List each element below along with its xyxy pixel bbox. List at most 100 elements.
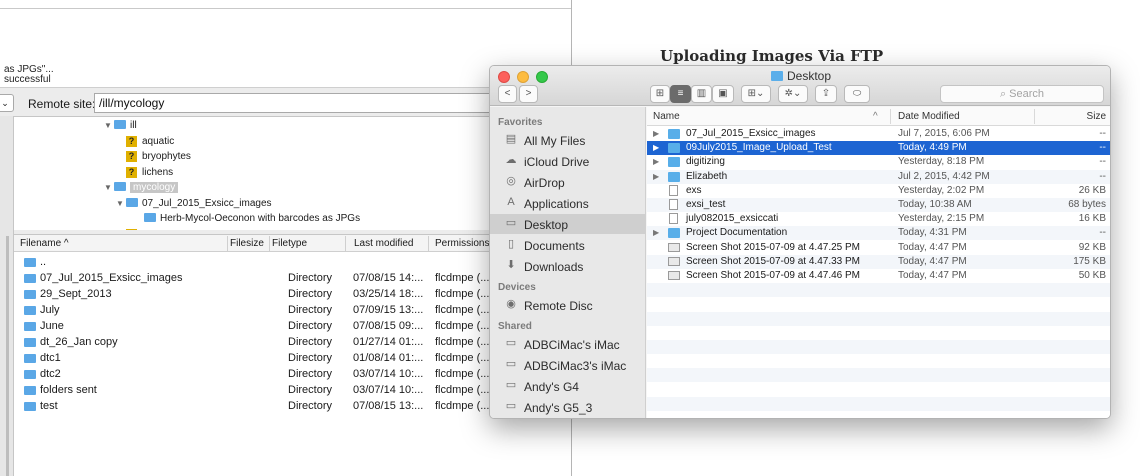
disclosure-triangle-icon[interactable]: ▼ xyxy=(116,199,126,208)
divider xyxy=(345,236,346,251)
column-filetype[interactable]: Filetype xyxy=(272,238,307,249)
tag-button[interactable]: ⬭ xyxy=(844,85,870,103)
tree-node[interactable]: ▼ ill xyxy=(104,120,137,135)
disclosure-triangle-icon[interactable]: ▶ xyxy=(653,228,659,237)
file-date: Today, 4:47 PM xyxy=(898,270,967,281)
sidebar-section-header: Favorites xyxy=(498,117,543,128)
tree-node[interactable]: ? bryophytes xyxy=(116,151,191,166)
list-item[interactable]: july082015_exsiccati Yesterday, 2:15 PM 16… xyxy=(647,212,1110,226)
sidebar-item-documents[interactable]: ▯ Documents xyxy=(490,235,645,255)
file-permissions: flcdmpe (... xyxy=(435,352,490,364)
sidebar-item-remote-disc[interactable]: ◉ Remote Disc xyxy=(490,295,645,315)
tree-node-label: lichens xyxy=(142,166,174,178)
local-site-dropdown[interactable]: ⌄ xyxy=(0,94,14,112)
file-modified: 03/07/14 10:... xyxy=(353,368,424,380)
column-filesize[interactable]: Filesize xyxy=(230,238,264,249)
disclosure-triangle-icon[interactable]: ▶ xyxy=(653,129,659,138)
file-name: exs xyxy=(686,184,702,196)
column-size[interactable]: Size xyxy=(1087,111,1106,122)
sidebar-item-icloud-drive[interactable]: ☁ iCloud Drive xyxy=(490,151,645,171)
sidebar-item-downloads[interactable]: ⬇ Downloads xyxy=(490,256,645,276)
sidebar-item-all-my-files[interactable]: ▤ All My Files xyxy=(490,130,645,150)
finder-titlebar: Desktop < > ⊞ ≡ ▥ ▣ ⊞⌄ ✲⌄ ⇪ ⬭ ⌕ Search xyxy=(490,66,1110,106)
empty-row xyxy=(647,297,1110,311)
sidebar-item-andy-s-g5-3[interactable]: ▭ Andy's G5_3 xyxy=(490,397,645,417)
list-view-button[interactable]: ≡ xyxy=(670,85,691,103)
sidebar-item-applications[interactable]: A Applications xyxy=(490,193,645,213)
gear-icon: ✲⌄ xyxy=(784,88,802,99)
disclosure-triangle-icon[interactable]: ▶ xyxy=(653,172,659,181)
disclosure-triangle-icon[interactable]: ▶ xyxy=(653,157,659,166)
finder-window: Desktop < > ⊞ ≡ ▥ ▣ ⊞⌄ ✲⌄ ⇪ ⬭ ⌕ Search F… xyxy=(489,65,1111,419)
list-item[interactable]: ▶ 07_Jul_2015_Exsicc_images Jul 7, 2015, 6… xyxy=(647,127,1110,141)
sidebar-item-label: AirDrop xyxy=(524,176,565,190)
column-last-modified[interactable]: Last modified xyxy=(354,238,413,249)
file-type: Directory xyxy=(288,368,333,380)
tree-node[interactable]: ▼ 07_Jul_2015_Exsicc_images xyxy=(116,197,272,213)
message-log: as JPGs"... successful xyxy=(0,0,571,88)
list-item[interactable]: Screen Shot 2015-07-09 at 4.47.25 PM Toda… xyxy=(647,241,1110,255)
arrange-button[interactable]: ⊞⌄ xyxy=(741,85,771,103)
back-button[interactable]: < xyxy=(498,85,517,103)
file-size: 26 KB xyxy=(1078,184,1106,196)
tag-icon: ⬭ xyxy=(852,88,862,99)
forward-button[interactable]: > xyxy=(519,85,538,103)
sidebar-item-label: Remote Disc xyxy=(524,299,593,313)
window-title: Desktop xyxy=(490,69,1110,83)
file-modified: 01/27/14 01:... xyxy=(353,336,424,348)
column-filename[interactable]: Filename ^ xyxy=(20,238,69,249)
finder-file-list[interactable]: Name ^ Date Modified Size ▶ 07_Jul_2015_E… xyxy=(647,107,1110,418)
sidebar-item-adbcimac-s-imac[interactable]: ▭ ADBCiMac's iMac xyxy=(490,334,645,354)
divider xyxy=(1034,109,1035,124)
file-list-header: Name ^ Date Modified Size xyxy=(647,107,1110,126)
list-item[interactable]: ▶ digitizing Yesterday, 8:18 PM -- xyxy=(647,155,1110,169)
folder-icon xyxy=(24,354,36,363)
search-field[interactable]: ⌕ Search xyxy=(940,85,1104,103)
column-name[interactable]: Name xyxy=(653,111,680,122)
scrollbar[interactable] xyxy=(6,236,9,476)
folder-icon xyxy=(24,322,36,331)
action-button[interactable]: ✲⌄ xyxy=(778,85,808,103)
column-date-modified[interactable]: Date Modified xyxy=(898,111,960,122)
disclosure-triangle-icon[interactable]: ▼ xyxy=(104,183,114,192)
folder-icon xyxy=(668,143,680,154)
sidebar-item-desktop[interactable]: ▭ Desktop xyxy=(490,214,645,234)
file-date: Yesterday, 8:18 PM xyxy=(898,156,985,168)
icon-view-button[interactable]: ⊞ xyxy=(650,85,670,103)
list-item[interactable]: ▶ Elizabeth Jul 2, 2015, 4:42 PM -- xyxy=(647,169,1110,184)
disclosure-triangle-icon[interactable]: ▶ xyxy=(653,143,659,152)
list-item[interactable]: exs Yesterday, 2:02 PM 26 KB xyxy=(647,184,1110,198)
empty-row xyxy=(647,311,1110,326)
empty-row xyxy=(647,368,1110,383)
list-item[interactable]: Screen Shot 2015-07-09 at 4.47.46 PM Toda… xyxy=(647,269,1110,283)
sidebar-item-adbcimac3-s-imac[interactable]: ▭ ADBCiMac3's iMac xyxy=(490,355,645,375)
share-icon: ⇪ xyxy=(821,88,831,99)
tree-node-label: aquatic xyxy=(142,135,175,147)
list-item[interactable]: Screen Shot 2015-07-09 at 4.47.33 PM Toda… xyxy=(647,254,1110,269)
sidebar-item-andy-s-g4[interactable]: ▭ Andy's G4 xyxy=(490,376,645,396)
file-name: Screen Shot 2015-07-09 at 4.47.33 PM xyxy=(686,255,861,267)
sidebar-item-label: Documents xyxy=(524,239,585,253)
sidebar-item-label: Desktop xyxy=(524,218,569,232)
tree-node[interactable]: ? aquatic xyxy=(116,135,175,151)
list-item[interactable]: exsi_test Today, 10:38 AM 68 bytes xyxy=(647,198,1110,212)
empty-row xyxy=(647,383,1110,397)
sidebar-item-airdrop[interactable]: ◎ AirDrop xyxy=(490,172,645,192)
empty-row xyxy=(647,396,1110,411)
share-button[interactable]: ⇪ xyxy=(815,85,837,103)
file-size: 68 bytes xyxy=(1068,199,1106,210)
list-item[interactable]: ▶ Project Documentation Today, 4:31 PM -- xyxy=(647,226,1110,241)
folder-icon xyxy=(24,274,36,283)
column-view-button[interactable]: ▥ xyxy=(691,85,712,103)
file-name: 29_Sept_2013 xyxy=(40,288,112,300)
column-permissions[interactable]: Permissions xyxy=(435,238,489,249)
tree-node[interactable]: ? 29_Sept_2013 xyxy=(116,228,207,230)
disclosure-triangle-icon[interactable]: ▼ xyxy=(104,121,114,130)
list-item[interactable]: ▶ 09July2015_Image_Upload_Test Today, 4:49… xyxy=(647,141,1110,156)
tree-node[interactable]: ▼ mycology xyxy=(104,182,179,197)
local-pane-edge xyxy=(0,116,14,476)
file-modified: 07/08/15 09:... xyxy=(353,320,424,332)
cover-flow-button[interactable]: ▣ xyxy=(712,85,734,103)
tree-node[interactable]: Herb-Mycol-Oeconon with barcodes as JPGs xyxy=(134,213,360,228)
tree-node[interactable]: ? lichens xyxy=(116,166,174,182)
